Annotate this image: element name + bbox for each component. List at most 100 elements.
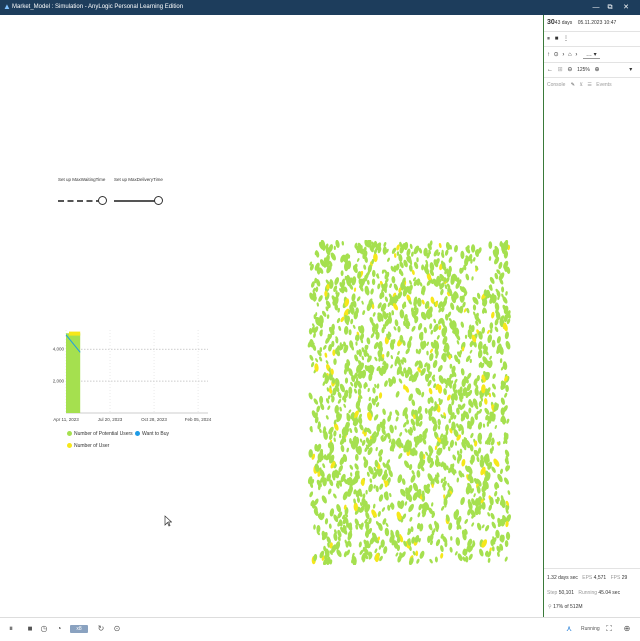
agent-potential-user [361,355,365,361]
stop-button[interactable]: ■ [25,624,35,634]
pause-icon[interactable]: ⏸ [547,36,550,42]
slider-track-max-delivery[interactable] [114,200,158,202]
agent-potential-user [491,392,496,398]
mouse-cursor-icon [164,515,172,527]
home-icon[interactable]: ⌂ [568,52,572,58]
agent-potential-user [465,246,471,254]
running-label: Running [578,590,598,596]
slider-track-max-waiting[interactable] [58,200,102,202]
faster-icon[interactable]: ↻ [96,624,106,634]
agent-potential-user [378,455,383,463]
chevron-right-icon[interactable]: › [562,52,564,58]
filter-icon[interactable]: ⊻ [579,82,583,88]
agent-potential-user [333,437,336,442]
agent-potential-user [368,396,371,402]
slower-icon[interactable]: ◷ [39,624,49,634]
chevron-right-icon[interactable]: › [575,52,577,58]
agent-potential-user [324,518,329,525]
agent-potential-user [484,407,490,415]
real-time-icon[interactable]: ⊙ [112,624,122,634]
fps-value: 29 [621,575,628,581]
agent-potential-user [426,350,429,356]
agent-potential-user [361,300,364,305]
agent-potential-user [443,388,447,396]
restore-button[interactable]: ⧉ [604,2,616,13]
zoom-in-icon[interactable]: ⊕ [595,67,600,73]
agent-potential-user [393,326,397,331]
agent-potential-user [434,522,440,531]
agent-potential-user [375,485,379,493]
agent-potential-user [313,332,316,338]
agent-user [353,287,357,292]
agent-potential-user [362,310,366,316]
run-controls-row: ⏸ ■ ⋮ [547,35,569,43]
agent-potential-user [499,358,503,364]
slider-knob-max-delivery[interactable] [154,196,163,205]
agent-potential-user [370,288,374,295]
step-stats: Step 50,101 Running 45.04 sec [547,590,620,596]
agent-potential-user [363,264,367,270]
agent-potential-user [465,273,470,281]
agent-potential-user [455,537,461,546]
stop-icon[interactable]: ■ [555,36,559,42]
agent-potential-user [449,546,453,553]
agent-potential-user [338,433,342,439]
agent-potential-user [372,503,376,509]
agent-select[interactable]: … ▾ [583,52,600,59]
agent-potential-user [337,398,342,404]
agent-potential-user [382,408,386,416]
more-vert-icon[interactable]: ⋮ [563,36,569,42]
agent-potential-user [470,432,474,439]
agent-potential-user [315,412,318,417]
agent-potential-user [374,356,378,362]
agent-potential-user [460,368,465,376]
agent-potential-user [323,344,327,350]
agent-potential-user [321,495,327,504]
agent-potential-user [504,540,509,548]
agent-potential-user [449,363,453,369]
back-arrow-icon[interactable]: ← [547,67,553,73]
search-icon[interactable]: ⊕ [622,624,632,634]
agent-potential-user [460,497,465,505]
running-time: 45.04 sec [598,590,621,596]
target-icon[interactable]: ⊙ [554,52,559,58]
speed-badge[interactable]: x8 [70,625,88,633]
agent-potential-user [339,406,342,412]
slider-knob-max-waiting[interactable] [98,196,107,205]
fullscreen-icon[interactable]: ⛶ [604,624,614,634]
series-number-of-user [69,331,81,336]
tab-console[interactable]: Console [547,82,565,88]
agent-potential-user [491,546,495,552]
edit-icon[interactable]: ✎ [571,82,575,88]
pause-button[interactable]: ⏸ [6,624,16,634]
tab-events[interactable]: Events [596,82,611,88]
agent-potential-user [355,341,358,346]
zoom-out-icon[interactable]: ⊖ [567,67,572,73]
virtual-time-icon[interactable]: ◔ [54,624,64,634]
legend-swatch [135,431,140,437]
agent-user [421,299,425,305]
agent-potential-user [491,521,497,529]
agent-potential-user [343,326,349,335]
legend-label: Number of Potential Users [74,431,133,437]
agent-potential-user [315,358,319,363]
tab-row: Console ✎ ⊻ ☰ Events [547,82,612,88]
agent-potential-user [456,340,460,345]
list-icon[interactable]: ☰ [587,82,591,88]
grid-icon[interactable]: ⊞ [558,67,563,73]
agent-potential-user [349,428,353,433]
agent-potential-user [450,536,453,541]
agent-potential-user [399,432,403,437]
agent-potential-user [504,392,508,398]
up-arrow-icon[interactable]: ↑ [547,52,550,58]
close-button[interactable]: ✕ [620,2,632,13]
zoom-dropdown[interactable]: ▾ [629,67,632,73]
status-text: Running [581,626,600,632]
agent-potential-user [322,477,327,487]
minimize-button[interactable]: — [590,2,602,13]
agent-potential-user [316,525,321,533]
agent-potential-user [487,557,491,563]
agent-potential-user [492,373,496,379]
agent-potential-user [447,446,451,452]
agent-potential-user [419,550,425,559]
